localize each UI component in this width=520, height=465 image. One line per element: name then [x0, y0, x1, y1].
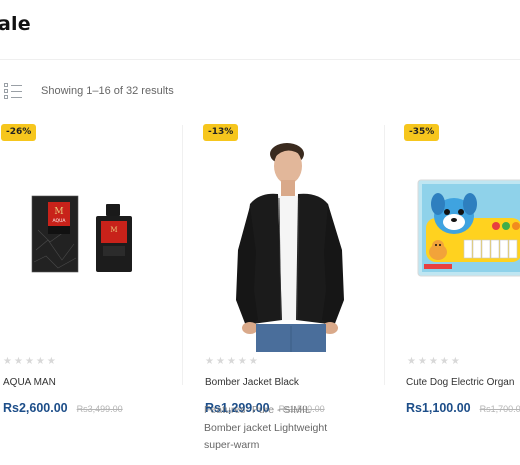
product-name[interactable]: Cute Dog Electric Organ: [406, 377, 514, 388]
product-price: Rs1,100.00 Rs1,700.00: [406, 401, 520, 415]
star-icon: ★: [407, 356, 416, 367]
title-divider: [0, 59, 520, 60]
original-price: Rs3,499.00: [76, 404, 123, 414]
column-divider: [182, 125, 183, 385]
discount-badge: -35%: [404, 124, 440, 141]
star-rating: ★ ★ ★ ★ ★: [3, 357, 56, 367]
perfume-brand-label: AQUA: [53, 218, 67, 224]
original-price: Rs1,700.00: [479, 404, 520, 414]
page-title: ale: [0, 13, 31, 35]
column-divider: [384, 125, 385, 385]
star-icon: ★: [13, 356, 23, 367]
product-name[interactable]: AQUA MAN: [3, 377, 56, 388]
star-icon: ★: [248, 356, 258, 367]
star-icon: ★: [226, 356, 236, 367]
star-icon: ★: [428, 356, 438, 367]
star-icon: ★: [439, 356, 449, 367]
discount-badge: -13%: [203, 124, 239, 141]
discount-badge: -26%: [1, 124, 37, 141]
perfume-bottle-image: M AQUA M: [31, 195, 132, 273]
list-view-icon[interactable]: [4, 83, 22, 99]
toy-organ-box-image: [417, 179, 520, 277]
product-image[interactable]: [416, 178, 520, 278]
bomber-jacket-model-image: [236, 143, 344, 352]
star-icon: ★: [417, 356, 427, 367]
product-name[interactable]: Bomber Jacket Black: [205, 377, 299, 388]
star-icon: ★: [215, 356, 225, 367]
star-icon: ★: [3, 356, 12, 367]
star-icon: ★: [205, 356, 214, 367]
hover-description-overlay: Features- Pure - SIMIL: [204, 404, 311, 416]
product-image[interactable]: M AQUA M: [28, 190, 138, 280]
product-image[interactable]: [230, 140, 350, 352]
product-description-line: Bomber jacket Lightweight: [204, 422, 328, 434]
svg-text:M: M: [110, 226, 117, 234]
product-price: Rs2,600.00 Rs3,499.00: [3, 401, 123, 415]
star-icon: ★: [24, 356, 34, 367]
product-description-line: super-warm: [204, 439, 260, 451]
star-icon: ★: [237, 356, 247, 367]
sale-price: Rs1,100.00: [406, 401, 471, 415]
star-rating: ★ ★ ★ ★ ★: [407, 357, 460, 367]
star-icon: ★: [450, 356, 460, 367]
sale-price: Rs2,600.00: [3, 401, 68, 415]
star-rating: ★ ★ ★ ★ ★: [205, 357, 258, 367]
star-icon: ★: [35, 356, 45, 367]
perfume-brand-mark: M: [54, 207, 63, 217]
star-icon: ★: [46, 356, 56, 367]
result-count: Showing 1–16 of 32 results: [41, 85, 174, 97]
